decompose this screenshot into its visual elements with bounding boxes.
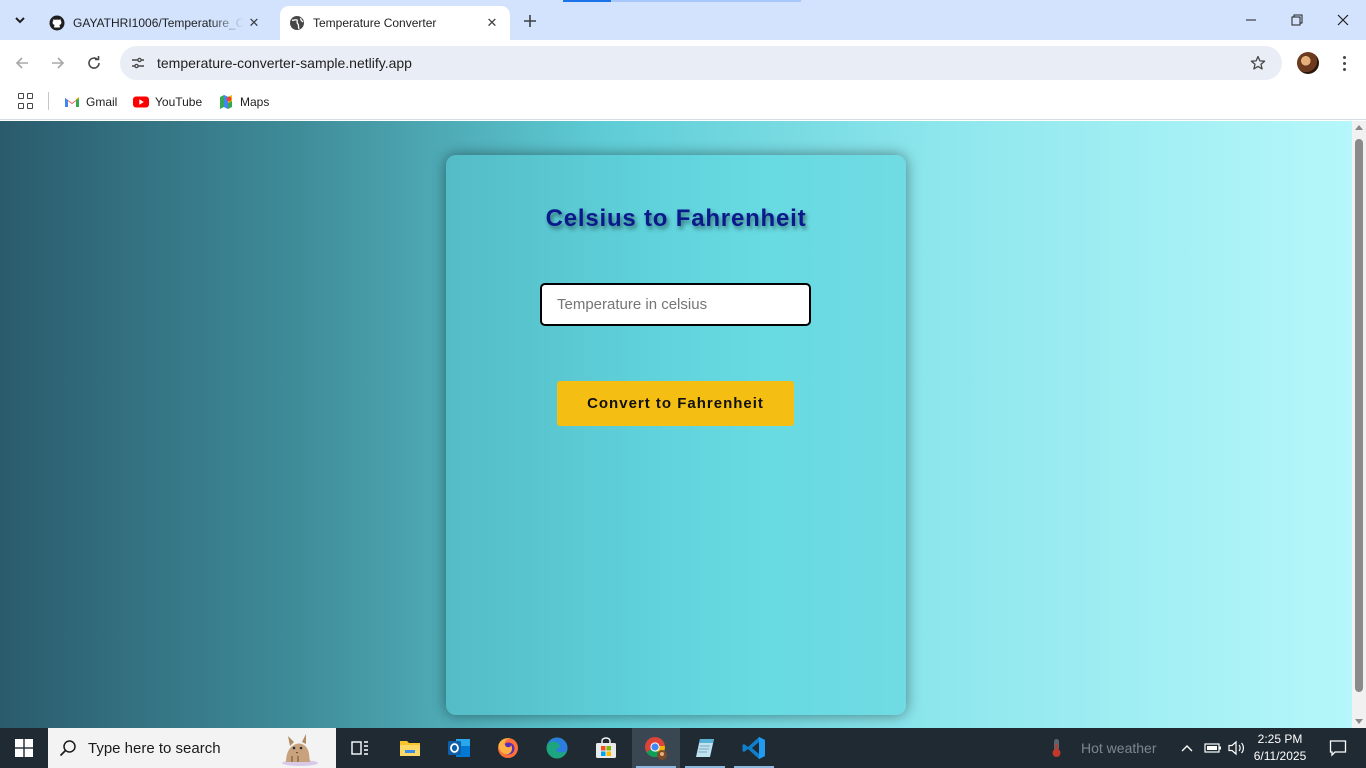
browser-menu-icon[interactable] — [1334, 52, 1354, 74]
profile-avatar[interactable] — [1297, 52, 1319, 74]
tab-title: GAYATHRI1006/Temperature_Converter — [73, 16, 244, 30]
browser-toolbar: temperature-converter-sample.netlify.app — [0, 40, 1366, 86]
edge-icon — [546, 737, 568, 759]
taskbar-app-vscode[interactable] — [730, 728, 778, 768]
taskbar-app-chrome[interactable] — [632, 728, 680, 768]
new-tab-button[interactable] — [518, 9, 542, 33]
clock-date: 6/11/2025 — [1253, 749, 1307, 763]
restore-button[interactable] — [1274, 0, 1320, 40]
site-info-icon[interactable] — [128, 53, 148, 73]
weather-text: Hot weather — [1081, 740, 1157, 756]
notification-icon — [1329, 740, 1347, 757]
apps-grid-icon[interactable] — [18, 93, 34, 109]
close-icon — [1337, 14, 1349, 26]
plus-icon — [524, 15, 536, 27]
page-title: Celsius to Fahrenheit — [545, 205, 807, 232]
notepad-icon — [696, 739, 714, 757]
youtube-icon — [133, 94, 149, 110]
start-button[interactable] — [0, 728, 48, 768]
scroll-up-arrow-icon[interactable] — [1355, 125, 1363, 130]
converter-card: Celsius to Fahrenheit Convert to Fahrenh… — [446, 155, 906, 715]
back-arrow-icon — [15, 57, 28, 69]
thermometer-icon — [1052, 739, 1061, 757]
chevron-down-icon — [15, 17, 25, 24]
system-clock[interactable]: 2:25 PM 6/11/2025 — [1248, 731, 1312, 765]
minimize-icon — [1246, 19, 1256, 21]
taskbar-app-firefox[interactable] — [484, 728, 532, 768]
tab-search-button[interactable] — [6, 7, 34, 33]
convert-button[interactable]: Convert to Fahrenheit — [557, 381, 794, 426]
tab-title: Temperature Converter — [313, 16, 437, 30]
show-hidden-icons-button[interactable] — [1180, 728, 1194, 768]
bookmarks-bar: Gmail YouTube Maps — [0, 86, 1366, 120]
search-placeholder: Type here to search — [88, 739, 221, 757]
weather-widget[interactable]: Hot weather — [1048, 728, 1156, 768]
task-view-icon — [351, 741, 368, 755]
url-text[interactable]: temperature-converter-sample.netlify.app — [157, 55, 412, 71]
gmail-icon — [64, 94, 80, 110]
page-scrollbar[interactable] — [1352, 121, 1366, 728]
taskbar-app-microsoft-store[interactable] — [582, 728, 630, 768]
firefox-icon — [498, 738, 518, 758]
forward-button[interactable] — [44, 49, 72, 77]
restore-icon — [1291, 14, 1303, 26]
close-tab-icon[interactable]: ✕ — [244, 13, 264, 33]
celsius-input[interactable] — [540, 283, 811, 326]
clock-time: 2:25 PM — [1257, 732, 1303, 746]
tab-github[interactable]: GAYATHRI1006/Temperature_Converter ✕ — [40, 6, 272, 40]
bookmark-label: Maps — [240, 95, 270, 109]
tab-strip-highlight — [611, 0, 801, 2]
taskbar-app-edge[interactable] — [533, 728, 581, 768]
reload-button[interactable] — [80, 49, 108, 77]
address-bar[interactable]: temperature-converter-sample.netlify.app — [120, 46, 1282, 80]
github-icon — [49, 15, 65, 31]
browser-tabstrip: GAYATHRI1006/Temperature_Converter ✕ Tem… — [0, 0, 1366, 40]
chevron-up-icon — [1181, 745, 1193, 752]
windows-taskbar: Type here to search Hot weather 2:25 PM … — [0, 728, 1366, 768]
taskbar-app-outlook[interactable] — [435, 728, 483, 768]
close-window-button[interactable] — [1320, 0, 1366, 40]
microsoft-store-icon — [596, 737, 616, 758]
speaker-icon — [1228, 740, 1244, 756]
lynx-illustration-icon — [282, 734, 318, 766]
maps-icon — [218, 94, 234, 110]
taskbar-app-file-explorer[interactable] — [386, 728, 434, 768]
tab-strip-highlight — [563, 0, 611, 2]
bookmark-label: Gmail — [86, 95, 118, 109]
taskbar-app-notepad[interactable] — [681, 728, 729, 768]
taskbar-search-box[interactable]: Type here to search — [48, 728, 336, 768]
back-button[interactable] — [8, 49, 36, 77]
taskbar-app-task-view[interactable] — [336, 728, 384, 768]
chrome-icon — [645, 737, 667, 760]
scroll-thumb[interactable] — [1355, 139, 1363, 692]
file-explorer-icon — [400, 741, 420, 756]
volume-control[interactable] — [1228, 728, 1246, 768]
bookmark-label: YouTube — [155, 95, 203, 109]
notification-center-button[interactable] — [1318, 728, 1358, 768]
forward-arrow-icon — [52, 57, 65, 69]
bookmarks-divider — [48, 92, 49, 110]
bookmark-maps[interactable]: Maps — [218, 91, 269, 113]
minimize-button[interactable] — [1228, 0, 1274, 40]
globe-icon — [289, 15, 305, 31]
bookmark-star-icon[interactable] — [1248, 53, 1268, 73]
bookmark-gmail[interactable]: Gmail — [64, 91, 117, 113]
vscode-icon — [742, 737, 765, 759]
tab-temperature-converter[interactable]: Temperature Converter ✕ — [280, 6, 510, 40]
search-icon — [48, 739, 88, 757]
bookmark-youtube[interactable]: YouTube — [133, 91, 202, 113]
battery-icon — [1204, 743, 1221, 753]
scroll-down-arrow-icon[interactable] — [1355, 719, 1363, 724]
close-tab-icon[interactable]: ✕ — [482, 13, 502, 33]
outlook-icon — [448, 739, 470, 757]
reload-icon — [88, 56, 100, 69]
battery-status[interactable] — [1204, 728, 1222, 768]
page-background: Celsius to Fahrenheit Convert to Fahrenh… — [0, 121, 1352, 728]
windows-logo-icon — [15, 739, 33, 757]
